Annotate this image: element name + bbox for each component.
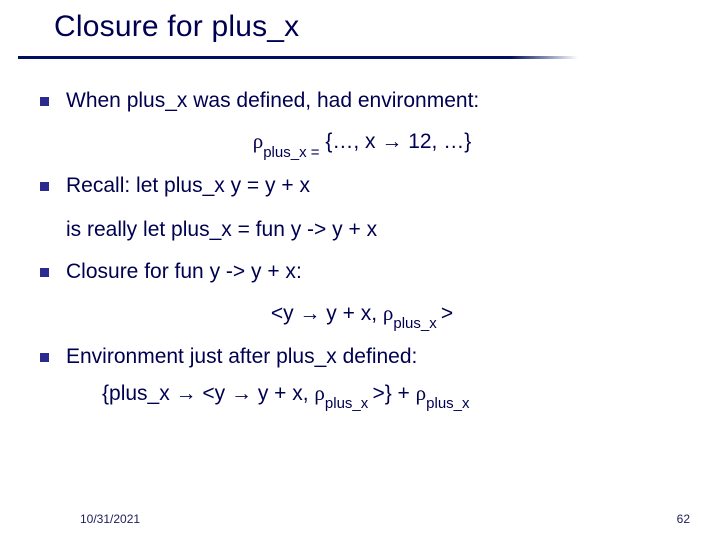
rho-symbol: ρ <box>416 381 426 405</box>
bullet-3-pre: Closure for <box>66 260 175 283</box>
bullet-2-pre: Recall: <box>66 174 136 197</box>
bullet-list: When plus_x was defined, had environment… <box>36 87 688 115</box>
bullet-2: Recall: let plus_x y = y + x <box>36 172 688 200</box>
final-sub2: plus_x <box>426 395 469 412</box>
closure-sub: plus_x <box>393 315 441 332</box>
bullet-icon <box>40 182 49 191</box>
final-a: {plus_x → <y → y + x, <box>102 382 314 405</box>
bullet-3-code: fun y -> y + x <box>175 260 296 283</box>
is-really-line: is really let plus_x = fun y -> y + x <box>36 216 688 244</box>
bullet-icon <box>40 268 49 277</box>
final-env-line: {plus_x → <y → y + x, ρplus_x >} + ρplus… <box>36 381 688 409</box>
bullet-list-2b: is really let plus_x = fun y -> y + x <box>36 216 688 244</box>
closure-pre: <y → y + x, <box>271 302 383 325</box>
bullet-3-post: : <box>296 260 302 283</box>
closure-post: > <box>441 302 453 325</box>
final-b: >} + <box>372 382 415 405</box>
is-really-pre: is really <box>66 218 143 241</box>
bullet-3: Closure for fun y -> y + x: <box>36 258 688 286</box>
bullet-1-text: When plus_x was defined, had environment… <box>66 89 479 112</box>
content-area: When plus_x was defined, had environment… <box>0 59 720 409</box>
bullet-1: When plus_x was defined, had environment… <box>36 87 688 115</box>
footer-page: 62 <box>677 512 690 526</box>
bullet-4: Environment just after plus_x defined: <box>36 343 688 371</box>
bullet-list-3: Closure for fun y -> y + x: <box>36 258 688 286</box>
rho-symbol: ρ <box>253 129 263 153</box>
slide: Closure for plus_x When plus_x was defin… <box>0 0 720 540</box>
bullet-list-2: Recall: let plus_x y = y + x <box>36 172 688 200</box>
env-subscript: plus_x = <box>263 144 319 161</box>
is-really-code: let plus_x = fun y -> y + x <box>143 218 377 241</box>
bullet-list-4: Environment just after plus_x defined: <box>36 343 688 371</box>
env-line: ρplus_x = {…, x → 12, …} <box>36 129 688 157</box>
rho-symbol: ρ <box>383 301 393 325</box>
rho-symbol: ρ <box>314 381 324 405</box>
bullet-icon <box>40 353 49 362</box>
footer: 10/31/2021 62 <box>0 512 720 526</box>
closure-line: <y → y + x, ρplus_x > <box>36 301 688 329</box>
env-set: {…, x → 12, …} <box>320 130 472 153</box>
title-area: Closure for plus_x <box>0 0 720 50</box>
final-sub1: plus_x <box>325 395 373 412</box>
slide-title: Closure for plus_x <box>54 10 720 44</box>
bullet-2-code: let plus_x y = y + x <box>136 174 310 197</box>
bullet-4-text: Environment just after plus_x defined: <box>66 345 417 368</box>
bullet-icon <box>40 97 49 106</box>
footer-date: 10/31/2021 <box>80 512 140 526</box>
